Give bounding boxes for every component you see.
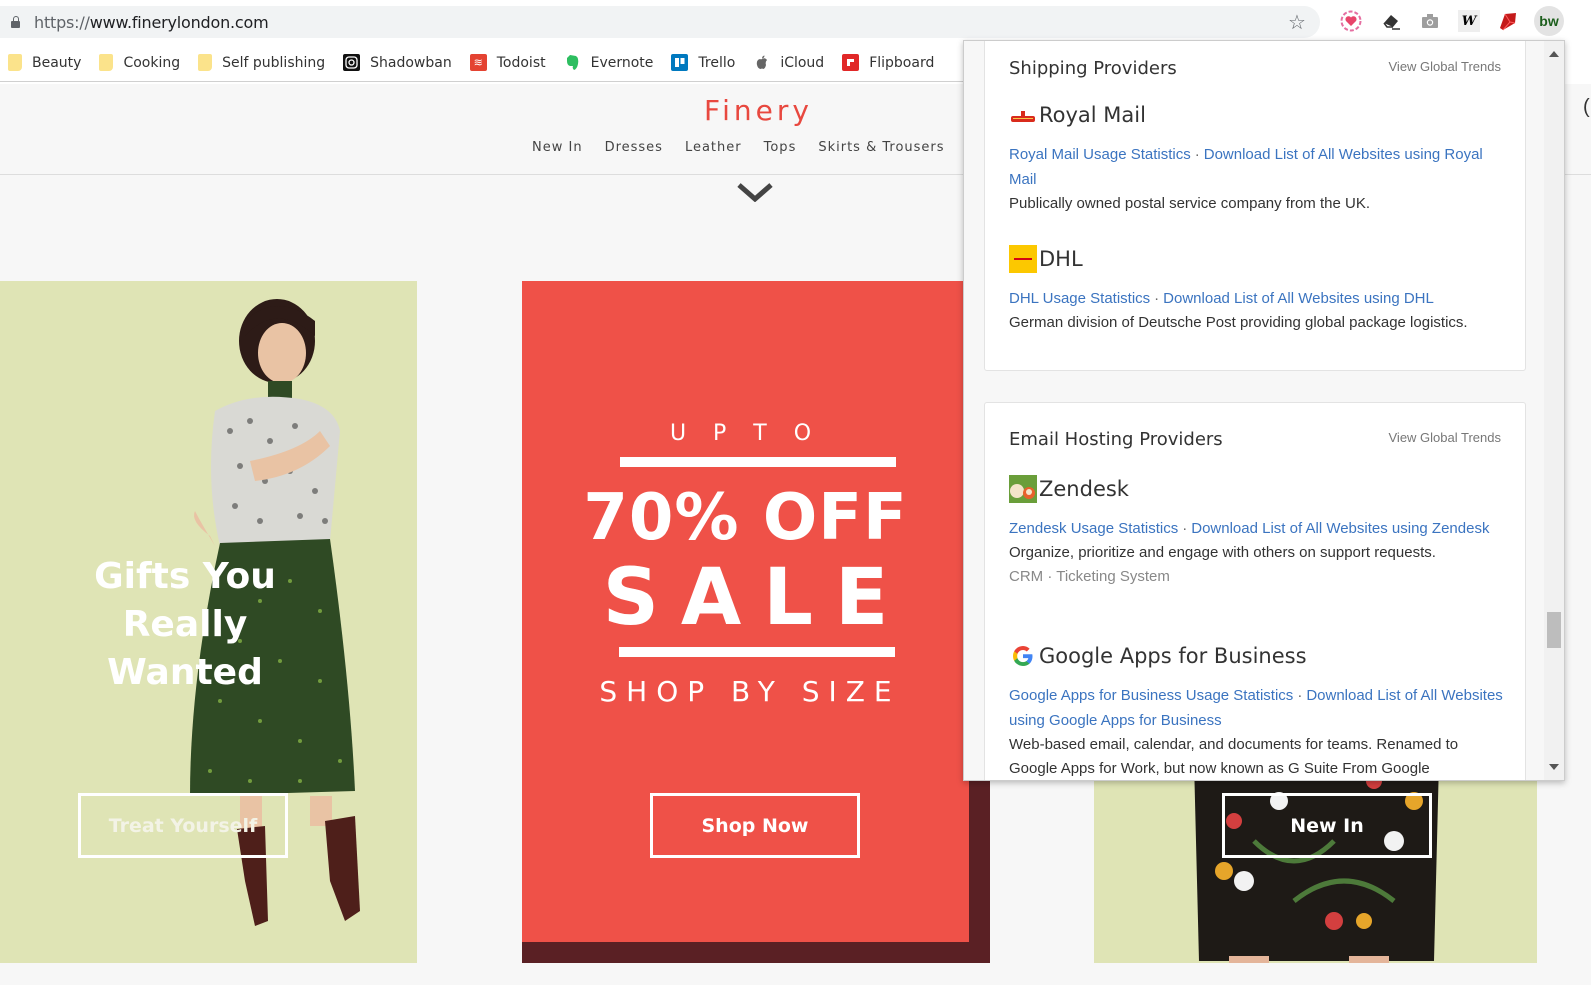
folder-icon: [8, 54, 22, 71]
bookmark-label: Todoist: [496, 54, 546, 71]
apple-icon: [753, 54, 770, 71]
download-list-link[interactable]: Download List of All Websites using Zend…: [1191, 520, 1489, 537]
tech-item-dhl: DHL DHL Usage Statistics · Download List o…: [1009, 244, 1509, 335]
heart-extension-icon[interactable]: [1340, 10, 1362, 32]
site-logo[interactable]: Finery: [704, 94, 813, 127]
bookmark-cooking[interactable]: Cooking: [99, 54, 180, 71]
panel-title: Shipping Providers: [1009, 58, 1177, 79]
builtwith-extension-icon[interactable]: bw: [1534, 6, 1564, 36]
bookmark-todoist[interactable]: ≋ Todoist: [469, 54, 546, 71]
popup-scrollbar[interactable]: [1544, 41, 1564, 780]
bookmark-label: Shadowban: [370, 54, 452, 71]
tech-name: Google Apps for Business: [1039, 644, 1307, 668]
divider-bottom: [619, 647, 895, 657]
folder-icon: [198, 54, 213, 71]
instagram-icon: [343, 54, 361, 71]
lock-icon[interactable]: [10, 16, 20, 28]
usage-statistics-link[interactable]: Google Apps for Business Usage Statistic…: [1009, 687, 1293, 704]
shop-by-size-text: SHOP BY SIZE: [599, 675, 901, 708]
download-list-link[interactable]: Download List of All Websites using DHL: [1163, 290, 1434, 307]
tech-description: Web-based email, calendar, and documents…: [1009, 736, 1459, 777]
nav-tops[interactable]: Tops: [764, 140, 797, 155]
nav-dresses[interactable]: Dresses: [605, 140, 663, 155]
scrollbar-thumb[interactable]: [1547, 612, 1561, 648]
promo-headline: Gifts You Really Wanted: [40, 553, 330, 697]
camera-extension-icon[interactable]: [1419, 10, 1441, 32]
sale-text: SALE: [602, 553, 911, 643]
bookmark-label: Trello: [698, 54, 736, 71]
royal-mail-logo-icon: [1009, 101, 1037, 129]
bookmark-label: Beauty: [32, 54, 82, 71]
usage-statistics-link[interactable]: DHL Usage Statistics: [1009, 290, 1150, 307]
promo-card-sale[interactable]: U P T O 70% OFF SALE SHOP BY SIZE Shop N…: [522, 281, 969, 942]
bookmark-label: iCloud: [780, 54, 825, 71]
divider-top: [620, 457, 896, 467]
todoist-icon: ≋: [469, 54, 487, 71]
ruby-extension-icon[interactable]: [1497, 10, 1519, 32]
view-global-trends-link[interactable]: View Global Trends: [1389, 59, 1502, 74]
dhl-logo-icon: [1009, 245, 1037, 273]
separator: ·: [1194, 146, 1200, 163]
separator: ·: [1182, 520, 1188, 537]
folder-icon: [99, 54, 114, 71]
shop-now-button[interactable]: Shop Now: [650, 793, 860, 858]
bookmark-label: Cooking: [123, 54, 181, 71]
bookmark-label: Self publishing: [222, 54, 326, 71]
bookmark-shadowban[interactable]: Shadowban: [343, 54, 452, 71]
bookmark-icloud[interactable]: iCloud: [753, 54, 824, 71]
bookmark-label: Evernote: [590, 54, 654, 71]
tech-categories[interactable]: CRM · Ticketing System: [1009, 565, 1509, 589]
tech-item-zendesk: Zendesk Zendesk Usage Statistics · Downloa…: [1009, 474, 1509, 589]
google-logo-icon: [1009, 642, 1037, 670]
tech-description: German division of Deutsche Post providi…: [1009, 314, 1468, 331]
builtwith-popup: Shipping Providers View Global Trends Ro…: [963, 40, 1565, 781]
page-edge-glyph: (: [1583, 96, 1590, 118]
panel-title: Email Hosting Providers: [1009, 429, 1223, 450]
tech-name: Zendesk: [1039, 477, 1129, 501]
tech-description: Publically owned postal service company …: [1009, 195, 1370, 212]
bookmark-flipboard[interactable]: Flipboard: [842, 54, 934, 71]
panel-shipping-providers: Shipping Providers View Global Trends Ro…: [984, 41, 1526, 371]
headline-line-1: Gifts You: [94, 556, 276, 597]
promo-card-gifts[interactable]: Gifts You Really Wanted Treat Yourself: [0, 281, 417, 963]
evernote-icon: [564, 54, 581, 71]
w-extension-icon[interactable]: W: [1458, 10, 1480, 32]
treat-yourself-button[interactable]: Treat Yourself: [78, 793, 288, 858]
headline-line-2: Really Wanted: [107, 604, 263, 693]
separator: ·: [1297, 687, 1303, 704]
chevron-down-icon[interactable]: [737, 182, 773, 202]
tech-name: DHL: [1039, 247, 1083, 271]
scroll-down-arrow-icon[interactable]: [1549, 764, 1559, 770]
nav-leather[interactable]: Leather: [685, 140, 742, 155]
usage-statistics-link[interactable]: Zendesk Usage Statistics: [1009, 520, 1178, 537]
bookmark-self-publishing[interactable]: Self publishing: [198, 54, 325, 71]
bookmark-beauty[interactable]: Beauty: [8, 54, 81, 71]
up-to-text: U P T O: [669, 421, 822, 446]
bookmark-evernote[interactable]: Evernote: [564, 54, 654, 71]
nav-new-in[interactable]: New In: [532, 140, 583, 155]
site-nav: New In Dresses Leather Tops Skirts & Tro…: [532, 140, 1007, 155]
bookmark-trello[interactable]: Trello: [671, 54, 735, 71]
bookmarks-bar: Beauty Cooking Self publishing Shadowban…: [0, 44, 980, 82]
percent-off-text: 70% OFF: [583, 481, 908, 555]
url-text[interactable]: https://www.finerylondon.com: [34, 13, 269, 32]
address-bar[interactable]: https://www.finerylondon.com: [0, 6, 1320, 38]
eraser-extension-icon[interactable]: [1380, 10, 1402, 32]
flipboard-icon: [842, 54, 860, 71]
panel-email-hosting-providers: Email Hosting Providers View Global Tren…: [984, 402, 1526, 780]
zendesk-logo-icon: [1009, 475, 1037, 503]
tech-item-royal-mail: Royal Mail Royal Mail Usage Statistics · D…: [1009, 100, 1509, 216]
new-in-button[interactable]: New In: [1222, 793, 1432, 858]
tech-name: Royal Mail: [1039, 103, 1146, 127]
trello-icon: [671, 54, 689, 71]
bookmark-star-icon[interactable]: ☆: [1288, 10, 1306, 35]
tech-description: Organize, prioritize and engage with oth…: [1009, 544, 1436, 561]
nav-skirts-trousers[interactable]: Skirts & Trousers: [818, 140, 944, 155]
separator: ·: [1154, 290, 1160, 307]
usage-statistics-link[interactable]: Royal Mail Usage Statistics: [1009, 146, 1191, 163]
scroll-up-arrow-icon[interactable]: [1549, 51, 1559, 57]
view-global-trends-link[interactable]: View Global Trends: [1389, 430, 1502, 445]
tech-item-google-apps: Google Apps for Business Google Apps for…: [1009, 641, 1509, 780]
bookmark-label: Flipboard: [869, 54, 935, 71]
